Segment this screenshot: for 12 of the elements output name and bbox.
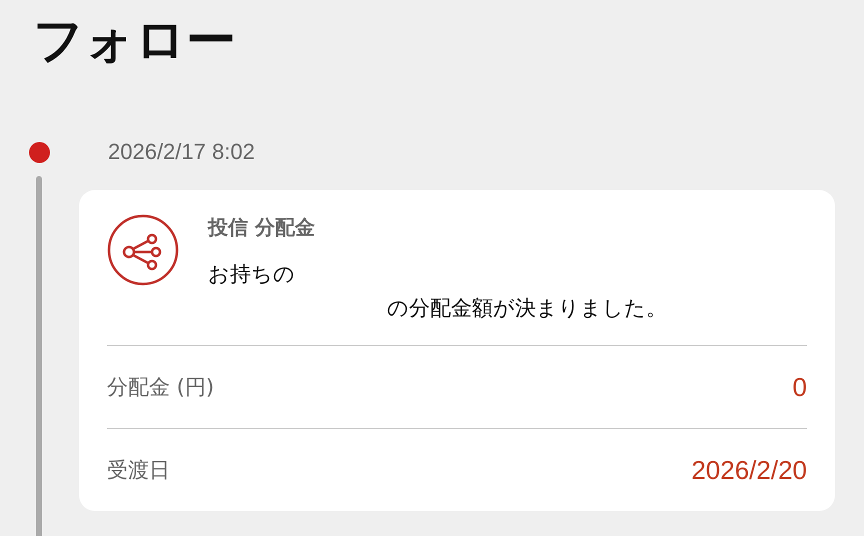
notification-card[interactable]: 投信 分配金 お持ちの の分配金額が決まりました。 分配金 (円) 0 受渡日 2026/2/20 <box>79 190 835 511</box>
timeline-dot <box>29 142 50 162</box>
share-icon <box>107 214 179 286</box>
timestamp: 2026/2/17 8:02 <box>108 139 255 165</box>
message-text: お持ちの <box>208 262 295 286</box>
page-title: フォロー <box>32 10 237 71</box>
category-label: 投信 分配金 <box>208 214 316 241</box>
row-label: 分配金 (円) <box>107 374 214 401</box>
message-text: の分配金額が決まりました。 <box>387 296 667 320</box>
row-value: 0 <box>792 372 807 402</box>
row-label: 受渡日 <box>107 457 170 484</box>
row-value: 2026/2/20 <box>691 454 807 486</box>
